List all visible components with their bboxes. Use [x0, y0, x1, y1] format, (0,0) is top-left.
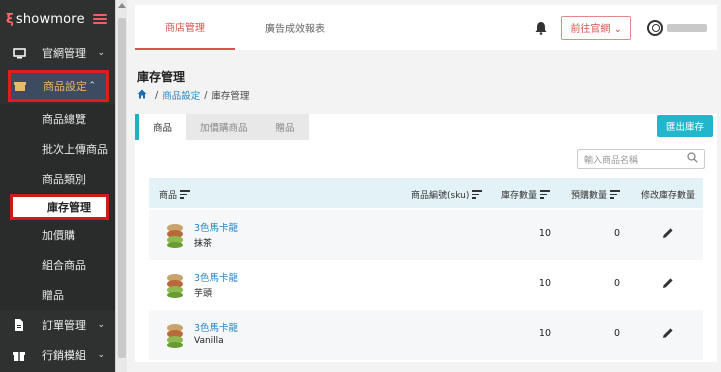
document-icon: [12, 319, 26, 331]
tab-ad-report[interactable]: 廣告成效報表: [235, 5, 355, 50]
product-name-link[interactable]: 3色馬卡龍: [194, 220, 238, 234]
home-icon[interactable]: [137, 89, 147, 102]
inventory-subtabs: 商品 加價購商品 贈品: [135, 114, 309, 140]
breadcrumb-current: 庫存管理: [211, 91, 250, 102]
product-thumbnail: [162, 270, 188, 300]
sidebar-submenu: 商品總覽 批次上傳商品 商品類別 庫存管理 加價購 組合商品 贈品: [0, 104, 115, 310]
edit-pencil-icon[interactable]: [661, 326, 675, 340]
sidebar-subitem-overview[interactable]: 商品總覽: [0, 104, 115, 134]
header-sku[interactable]: 商品編號(sku): [411, 188, 483, 201]
user-name-placeholder[interactable]: [667, 23, 707, 32]
chevron-down-icon: ⌄: [97, 48, 105, 58]
sidebar-item-website[interactable]: 官網管理 ⌄: [0, 38, 115, 68]
subtab-addon-products[interactable]: 加價購商品: [186, 114, 262, 140]
chevron-down-icon: ⌄: [97, 350, 105, 360]
chevron-up-icon: ⌃: [88, 81, 96, 91]
product-variant: Vanilla: [194, 336, 224, 346]
breadcrumb-link-products[interactable]: 商品設定: [162, 88, 200, 102]
stock-quantity: 10: [538, 328, 551, 339]
sidebar-subitem-inventory[interactable]: 庫存管理: [10, 194, 109, 220]
box-icon: [13, 80, 27, 92]
sidebar-item-label: 訂單管理: [42, 319, 86, 332]
preorder-quantity: 0: [613, 278, 621, 289]
header-edit-label: 修改庫存數量: [641, 191, 696, 201]
bell-icon[interactable]: [535, 21, 547, 35]
table-header: 商品 商品編號(sku) 庫存數量 預購數量 修改庫存數量: [149, 178, 703, 208]
product-search-input[interactable]: 輸入商品名稱: [577, 149, 705, 169]
product-thumbnail: [162, 320, 188, 350]
header-sku-label: 商品編號(sku): [411, 191, 470, 201]
header-product[interactable]: 商品: [159, 188, 191, 201]
sidebar-item-marketing[interactable]: 行銷模組 ⌄: [0, 340, 115, 370]
tab-store-management[interactable]: 商店管理: [135, 5, 235, 50]
sidebar-subitem-batch-upload[interactable]: 批次上傳商品: [0, 134, 115, 164]
subtab-products[interactable]: 商品: [135, 114, 187, 140]
preorder-quantity: 0: [613, 328, 621, 339]
breadcrumb-separator: /: [155, 89, 159, 101]
sidebar: ξ showmore 官網管理 ⌄ 商品設定 ⌃ 商品總覽 批次上傳商品 商品類別…: [0, 0, 115, 372]
sidebar-scrollbar[interactable]: [115, 0, 127, 372]
top-nav-right: 前往官網 ⌄: [535, 15, 717, 40]
header-product-label: 商品: [159, 191, 178, 201]
sort-icon[interactable]: [180, 189, 191, 200]
header-stock[interactable]: 庫存數量: [501, 188, 551, 201]
sidebar-item-products[interactable]: 商品設定 ⌃: [8, 70, 109, 102]
table-row: 3色馬卡龍 Vanilla 10 0: [149, 310, 703, 360]
top-nav-bar: 商店管理 廣告成效報表 前往官網 ⌄: [135, 5, 717, 50]
product-name-link[interactable]: 3色馬卡龍: [194, 270, 238, 284]
sidebar-subitem-addon[interactable]: 加價購: [0, 220, 115, 250]
scroll-up-arrow-icon[interactable]: [118, 3, 126, 8]
visit-website-button[interactable]: 前往官網 ⌄: [561, 15, 631, 40]
stock-quantity: 10: [538, 278, 551, 289]
header-preset[interactable]: 預購數量: [571, 188, 621, 201]
search-placeholder: 輸入商品名稱: [584, 155, 639, 166]
product-variant: 抹茶: [194, 239, 213, 249]
sidebar-item-label: 商品設定: [43, 80, 87, 93]
subtab-gifts[interactable]: 贈品: [261, 114, 309, 140]
stock-quantity: 10: [538, 228, 551, 239]
header-preset-label: 預購數量: [571, 191, 608, 201]
gift-icon: [12, 349, 26, 361]
table-row: 3色馬卡龍 芋頭 10 0: [149, 260, 703, 310]
brand-bar: ξ showmore: [0, 0, 115, 38]
header-edit: 修改庫存數量: [641, 188, 695, 201]
sort-icon[interactable]: [540, 189, 551, 200]
brand-mark-icon: ξ: [6, 11, 14, 27]
edit-pencil-icon[interactable]: [661, 226, 675, 240]
product-name-link[interactable]: 3色馬卡龍: [194, 320, 238, 334]
sidebar-item-label: 官網管理: [42, 47, 86, 60]
sidebar-item-orders[interactable]: 訂單管理 ⌄: [0, 310, 115, 340]
header-stock-label: 庫存數量: [501, 191, 538, 201]
sidebar-subitem-gift[interactable]: 贈品: [0, 280, 115, 310]
brand-name: showmore: [15, 11, 85, 27]
user-avatar-icon[interactable]: [647, 19, 663, 36]
sort-icon[interactable]: [472, 189, 483, 200]
breadcrumb: / 商品設定 / 庫存管理: [137, 88, 249, 102]
scrollbar-thumb[interactable]: [118, 18, 126, 358]
hamburger-menu-icon[interactable]: [93, 14, 107, 24]
sidebar-item-label: 行銷模組: [42, 349, 86, 362]
page-title: 庫存管理: [137, 70, 186, 84]
main-content: 商店管理 廣告成效報表 前往官網 ⌄ 庫存管理 / 商品設定 / 庫存管理 商品…: [127, 0, 721, 372]
preorder-quantity: 0: [613, 228, 621, 239]
breadcrumb-separator: /: [204, 89, 208, 101]
table-row: 3色馬卡龍 抹茶 10 0: [149, 210, 703, 260]
sort-icon[interactable]: [610, 189, 621, 200]
export-inventory-button[interactable]: 匯出庫存: [657, 115, 713, 137]
edit-pencil-icon[interactable]: [661, 276, 675, 290]
search-icon[interactable]: [687, 152, 698, 166]
brand-logo[interactable]: ξ showmore: [6, 12, 85, 27]
product-variant: 芋頭: [194, 289, 213, 299]
sidebar-subitem-categories[interactable]: 商品類別: [0, 164, 115, 194]
sidebar-subitem-bundle[interactable]: 組合商品: [0, 250, 115, 280]
product-thumbnail: [162, 220, 188, 250]
chevron-down-icon: ⌄: [97, 320, 105, 330]
monitor-icon: [12, 47, 26, 59]
